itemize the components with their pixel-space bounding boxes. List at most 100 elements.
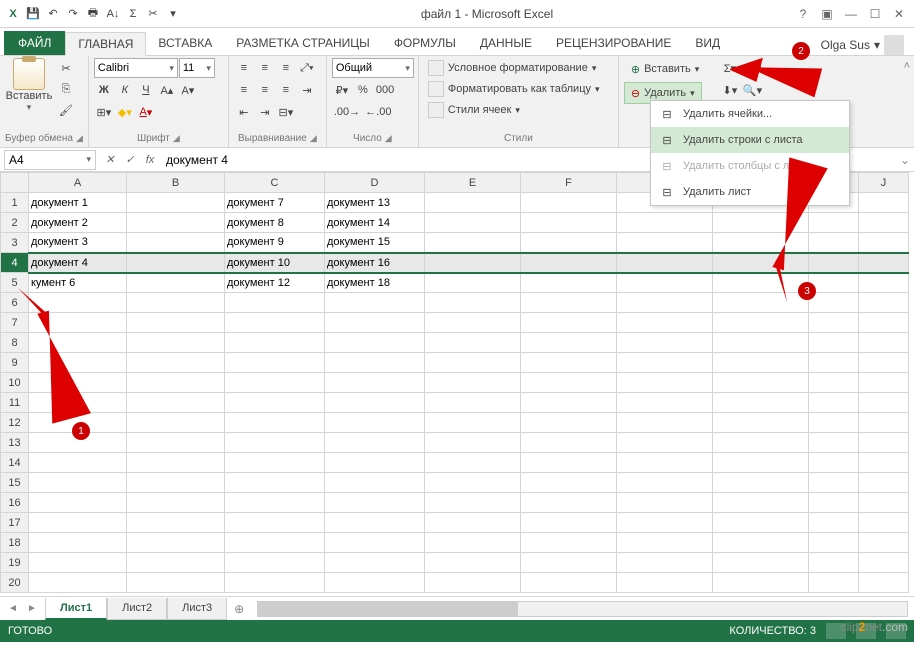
cell-F10[interactable] bbox=[521, 373, 617, 393]
cell-J6[interactable] bbox=[859, 293, 909, 313]
cell-G10[interactable] bbox=[617, 373, 713, 393]
cell-H18[interactable] bbox=[713, 533, 809, 553]
row-header-10[interactable]: 10 bbox=[1, 373, 29, 393]
cell-H7[interactable] bbox=[713, 313, 809, 333]
cell-G8[interactable] bbox=[617, 333, 713, 353]
cell-E19[interactable] bbox=[425, 553, 521, 573]
cell-J16[interactable] bbox=[859, 493, 909, 513]
row-header-5[interactable]: 5 bbox=[1, 273, 29, 293]
cell-A7[interactable] bbox=[29, 313, 127, 333]
maximize-icon[interactable]: ☐ bbox=[864, 5, 886, 23]
cell-E20[interactable] bbox=[425, 573, 521, 593]
column-header-B[interactable]: B bbox=[127, 173, 225, 193]
cell-styles-button[interactable]: Стили ячеек▾ bbox=[424, 100, 524, 120]
cell-F9[interactable] bbox=[521, 353, 617, 373]
cell-H5[interactable] bbox=[713, 273, 809, 293]
cell-A15[interactable] bbox=[29, 473, 127, 493]
row-header-7[interactable]: 7 bbox=[1, 313, 29, 333]
currency-button[interactable]: ₽▾ bbox=[332, 80, 352, 100]
font-launcher-icon[interactable]: ◢ bbox=[173, 133, 180, 144]
increase-decimal-button[interactable]: .00→ bbox=[332, 102, 362, 122]
decrease-decimal-button[interactable]: ←.00 bbox=[363, 102, 393, 122]
cell-E13[interactable] bbox=[425, 433, 521, 453]
cell-H17[interactable] bbox=[713, 513, 809, 533]
cell-D5[interactable]: документ 18 bbox=[325, 273, 425, 293]
cell-H4[interactable] bbox=[713, 253, 809, 273]
cell-I5[interactable] bbox=[809, 273, 859, 293]
save-icon[interactable]: 💾 bbox=[24, 5, 42, 23]
sheet-nav-next-icon[interactable]: ► bbox=[23, 600, 41, 618]
cell-B1[interactable] bbox=[127, 193, 225, 213]
merge-button[interactable]: ⊟▾ bbox=[276, 102, 296, 122]
cell-B3[interactable] bbox=[127, 233, 225, 253]
copy-button[interactable]: ⎘ bbox=[56, 79, 76, 99]
cell-E9[interactable] bbox=[425, 353, 521, 373]
cell-A4[interactable]: документ 4 bbox=[29, 253, 127, 273]
clipboard-launcher-icon[interactable]: ◢ bbox=[76, 133, 83, 144]
cell-F7[interactable] bbox=[521, 313, 617, 333]
cell-H2[interactable] bbox=[713, 213, 809, 233]
cell-C2[interactable]: документ 8 bbox=[225, 213, 325, 233]
cell-G4[interactable] bbox=[617, 253, 713, 273]
row-header-20[interactable]: 20 bbox=[1, 573, 29, 593]
row-header-2[interactable]: 2 bbox=[1, 213, 29, 233]
cell-A18[interactable] bbox=[29, 533, 127, 553]
cell-J8[interactable] bbox=[859, 333, 909, 353]
cell-B13[interactable] bbox=[127, 433, 225, 453]
column-header-D[interactable]: D bbox=[325, 173, 425, 193]
cell-D11[interactable] bbox=[325, 393, 425, 413]
bold-button[interactable]: Ж bbox=[94, 80, 114, 100]
sheet-tab-3[interactable]: Лист3 bbox=[167, 598, 227, 620]
decrease-indent-button[interactable]: ⇤ bbox=[234, 102, 254, 122]
increase-indent-button[interactable]: ⇥ bbox=[255, 102, 275, 122]
cell-F11[interactable] bbox=[521, 393, 617, 413]
tab-formulas[interactable]: ФОРМУЛЫ bbox=[382, 31, 468, 55]
cell-G20[interactable] bbox=[617, 573, 713, 593]
font-color-button[interactable]: A▾ bbox=[136, 102, 156, 122]
cell-B6[interactable] bbox=[127, 293, 225, 313]
row-header-16[interactable]: 16 bbox=[1, 493, 29, 513]
cell-F6[interactable] bbox=[521, 293, 617, 313]
number-launcher-icon[interactable]: ◢ bbox=[385, 133, 392, 144]
expand-formula-bar-icon[interactable]: ⌄ bbox=[896, 153, 914, 167]
cell-F13[interactable] bbox=[521, 433, 617, 453]
cell-C10[interactable] bbox=[225, 373, 325, 393]
cell-G11[interactable] bbox=[617, 393, 713, 413]
cell-D20[interactable] bbox=[325, 573, 425, 593]
cell-B18[interactable] bbox=[127, 533, 225, 553]
cell-H8[interactable] bbox=[713, 333, 809, 353]
row-header-15[interactable]: 15 bbox=[1, 473, 29, 493]
cell-E18[interactable] bbox=[425, 533, 521, 553]
cell-G15[interactable] bbox=[617, 473, 713, 493]
cell-D12[interactable] bbox=[325, 413, 425, 433]
user-account[interactable]: Olga Sus ▾ bbox=[815, 35, 910, 55]
cell-F19[interactable] bbox=[521, 553, 617, 573]
cell-D13[interactable] bbox=[325, 433, 425, 453]
cell-B10[interactable] bbox=[127, 373, 225, 393]
format-painter-button[interactable]: 🖌 bbox=[56, 100, 76, 120]
cell-C4[interactable]: документ 10 bbox=[225, 253, 325, 273]
cell-F14[interactable] bbox=[521, 453, 617, 473]
cell-B17[interactable] bbox=[127, 513, 225, 533]
cell-I2[interactable] bbox=[809, 213, 859, 233]
number-format-combo[interactable]: Общий▾ bbox=[332, 58, 414, 78]
cell-B8[interactable] bbox=[127, 333, 225, 353]
cell-F15[interactable] bbox=[521, 473, 617, 493]
cell-G6[interactable] bbox=[617, 293, 713, 313]
cell-H16[interactable] bbox=[713, 493, 809, 513]
tab-insert[interactable]: ВСТАВКА bbox=[146, 31, 224, 55]
cell-B19[interactable] bbox=[127, 553, 225, 573]
cell-F17[interactable] bbox=[521, 513, 617, 533]
cell-D2[interactable]: документ 14 bbox=[325, 213, 425, 233]
name-box[interactable]: A4▾ bbox=[4, 150, 96, 170]
cell-F2[interactable] bbox=[521, 213, 617, 233]
cell-I16[interactable] bbox=[809, 493, 859, 513]
cell-G18[interactable] bbox=[617, 533, 713, 553]
sort-filter-button[interactable]: A↓▾ bbox=[741, 58, 763, 78]
cell-F12[interactable] bbox=[521, 413, 617, 433]
fill-button[interactable]: ⬇▾ bbox=[720, 80, 740, 100]
delete-rows-item[interactable]: ⊟Удалить строки с листа bbox=[651, 127, 849, 153]
sheet-tab-2[interactable]: Лист2 bbox=[107, 598, 167, 620]
align-center-button[interactable]: ≡ bbox=[255, 80, 275, 100]
cell-A9[interactable] bbox=[29, 353, 127, 373]
